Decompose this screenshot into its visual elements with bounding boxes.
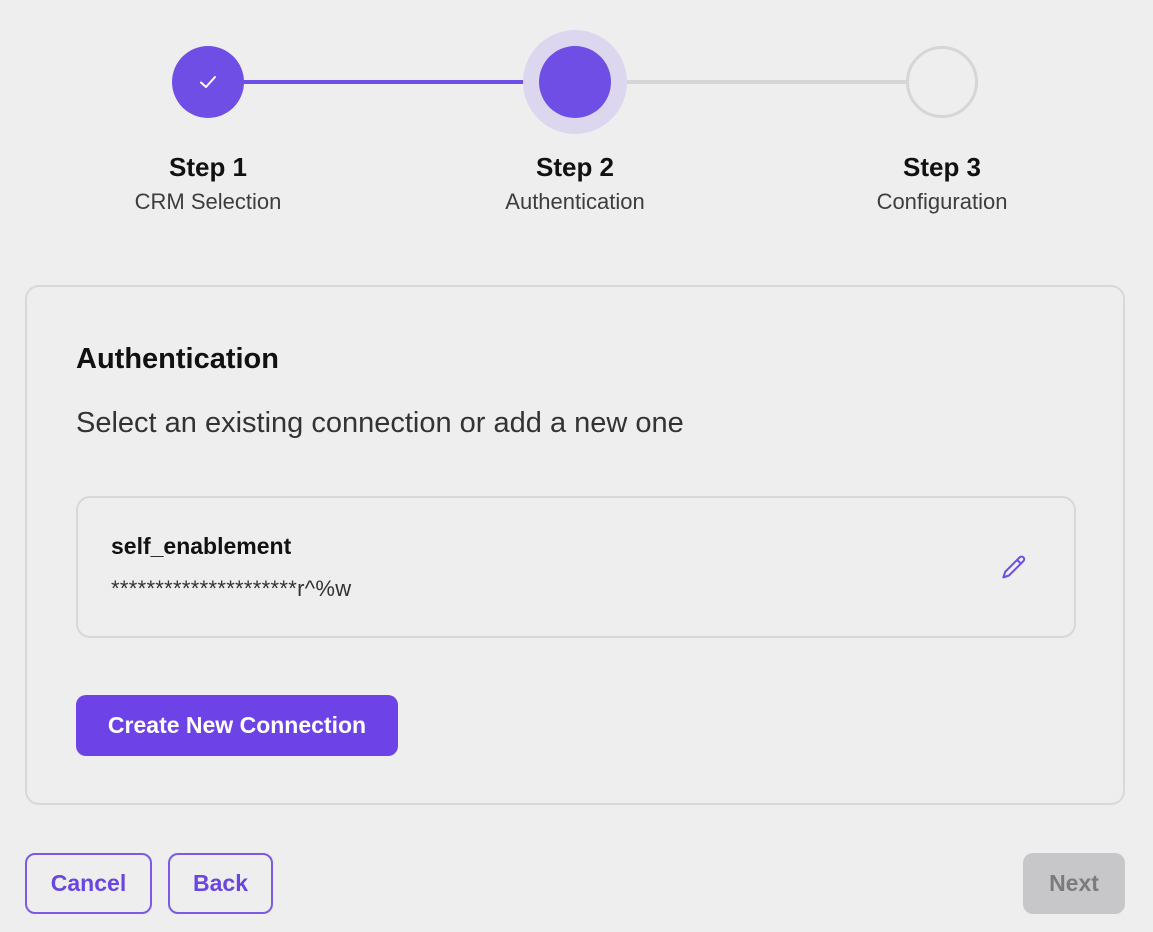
card-title: Authentication	[76, 343, 279, 375]
step-title: Step 3	[902, 152, 982, 182]
step-title: Step 2	[535, 152, 615, 182]
step-active-indicator	[539, 46, 611, 118]
next-button[interactable]: Next	[1023, 853, 1125, 914]
create-new-connection-button[interactable]: Create New Connection	[76, 695, 398, 756]
step-subtitle: Configuration	[876, 189, 1008, 214]
connection-item[interactable]: self_enablement *********************r^%…	[76, 496, 1076, 638]
step-title: Step 1	[168, 152, 248, 182]
authentication-card: Authentication Select an existing connec…	[25, 285, 1125, 805]
connection-secret: *********************r^%w	[111, 576, 352, 601]
step-configuration: Step 3 Configuration	[822, 30, 1062, 215]
step-pending-indicator	[906, 46, 978, 118]
check-icon	[200, 76, 216, 88]
step-crm-selection: Step 1 CRM Selection	[88, 30, 328, 215]
connection-name: self_enablement	[111, 533, 292, 559]
step-subtitle: CRM Selection	[134, 189, 282, 214]
crm-setup-wizard: Step 1 CRM Selection Step 2 Authenticati…	[0, 0, 1153, 932]
edit-connection-button[interactable]	[996, 550, 1032, 586]
back-button[interactable]: Back	[168, 853, 273, 914]
step-subtitle: Authentication	[505, 189, 645, 214]
step-authentication: Step 2 Authentication	[455, 30, 695, 215]
cancel-button[interactable]: Cancel	[25, 853, 152, 914]
pencil-icon	[1002, 555, 1026, 579]
step-completed-indicator	[172, 46, 244, 118]
card-subtitle: Select an existing connection or add a n…	[76, 407, 684, 439]
